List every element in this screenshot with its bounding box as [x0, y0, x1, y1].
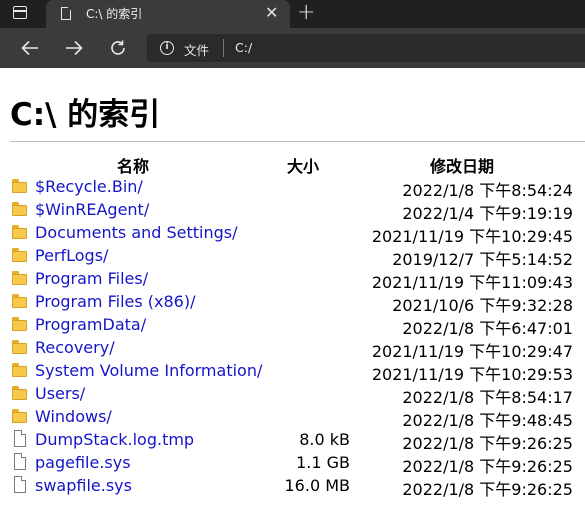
entry-date: 2021/10/6 下午9:32:28: [392, 296, 573, 315]
list-item: swapfile.sys 16.0 MB 2022/1/8 下午9:26:25: [0, 475, 585, 499]
new-tab-icon[interactable]: +: [297, 1, 315, 25]
entry-link[interactable]: $WinREAgent/: [35, 200, 149, 219]
tab-active[interactable]: C:\ 的索引 ✕: [46, 0, 290, 28]
document-icon: [61, 7, 71, 20]
folder-icon: [12, 248, 27, 262]
site-info-label[interactable]: 文件: [184, 40, 209, 59]
entry-link[interactable]: pagefile.sys: [35, 453, 131, 472]
entry-size: 1.1 GB: [296, 453, 350, 472]
refresh-icon: [111, 40, 125, 55]
folder-icon: [12, 317, 27, 331]
tab-actions-icon[interactable]: [13, 6, 27, 19]
list-item: Windows/2022/1/8 下午9:48:45: [0, 406, 585, 430]
entry-link[interactable]: PerfLogs/: [35, 246, 108, 265]
folder-icon: [12, 271, 27, 285]
file-icon: [12, 453, 27, 470]
entry-link[interactable]: Recovery/: [35, 338, 115, 357]
list-item: PerfLogs/2019/12/7 下午5:14:52: [0, 245, 585, 269]
entry-date: 2022/1/8 下午8:54:17: [402, 388, 573, 407]
folder-icon: [12, 225, 27, 239]
list-item: Program Files/2021/11/19 下午11:09:43: [0, 268, 585, 292]
column-header-date[interactable]: 修改日期: [430, 153, 494, 177]
list-item: Users/2022/1/8 下午8:54:17: [0, 383, 585, 407]
url-text[interactable]: C:/: [235, 40, 252, 55]
entry-date: 2022/1/8 下午9:26:25: [402, 480, 573, 499]
entry-size: 16.0 MB: [284, 476, 351, 495]
column-header-size[interactable]: 大小: [287, 153, 319, 177]
page-title: C:\ 的索引: [10, 97, 161, 133]
address-bar[interactable]: i 文件 C:/: [147, 34, 585, 62]
back-button[interactable]: [18, 28, 42, 68]
tab-strip: C:\ 的索引 ✕ +: [0, 0, 585, 28]
entry-date: 2021/11/19 下午10:29:53: [371, 365, 573, 384]
list-item: System Volume Information/2021/11/19 下午1…: [0, 360, 585, 384]
entry-date: 2022/1/8 下午8:54:24: [402, 181, 573, 200]
entry-date: 2019/12/7 下午5:14:52: [392, 250, 573, 269]
entry-date: 2022/1/8 下午9:48:45: [402, 411, 573, 430]
entry-link[interactable]: Program Files/: [35, 269, 148, 288]
arrow-right-icon: [66, 40, 83, 56]
folder-icon: [12, 409, 27, 423]
entry-date: 2022/1/8 下午6:47:01: [402, 319, 573, 338]
column-header-name[interactable]: 名称: [117, 153, 149, 177]
entry-link[interactable]: DumpStack.log.tmp: [35, 430, 194, 449]
folder-icon: [12, 340, 27, 354]
entry-link[interactable]: Users/: [35, 384, 85, 403]
entry-link[interactable]: ProgramData/: [35, 315, 146, 334]
file-icon: [12, 476, 27, 493]
folder-icon: [12, 294, 27, 308]
file-icon: [12, 430, 27, 447]
list-item: Recovery/2021/11/19 下午10:29:47: [0, 337, 585, 361]
entry-date: 2021/11/19 下午11:09:43: [371, 273, 573, 292]
entry-date: 2022/1/4 下午9:19:19: [402, 204, 573, 223]
entry-size: 8.0 kB: [299, 430, 350, 449]
info-icon[interactable]: i: [160, 41, 174, 55]
list-item: ProgramData/2022/1/8 下午6:47:01: [0, 314, 585, 338]
forward-button[interactable]: [62, 28, 86, 68]
folder-icon: [12, 202, 27, 216]
entry-link[interactable]: Windows/: [35, 407, 112, 426]
file-list: $Recycle.Bin/2022/1/8 下午8:54:24 $WinREAge…: [0, 176, 585, 499]
entry-link[interactable]: System Volume Information/: [35, 361, 262, 380]
entry-date: 2022/1/8 下午9:26:25: [402, 457, 573, 476]
divider: [10, 141, 585, 142]
entry-date: 2021/11/19 下午10:29:47: [371, 342, 573, 361]
list-item: pagefile.sys 1.1 GB 2022/1/8 下午9:26:25: [0, 452, 585, 476]
entry-date: 2022/1/8 下午9:26:25: [402, 434, 573, 453]
list-item: $Recycle.Bin/2022/1/8 下午8:54:24: [0, 176, 585, 200]
folder-icon: [12, 179, 27, 193]
entry-date: 2021/11/19 下午10:29:45: [371, 227, 573, 246]
list-item: Program Files (x86)/ 2021/10/6 下午9:32:28: [0, 291, 585, 315]
entry-link[interactable]: Documents and Settings/: [35, 223, 238, 242]
reload-button[interactable]: [106, 28, 130, 68]
close-icon[interactable]: ✕: [265, 3, 278, 23]
entry-link[interactable]: swapfile.sys: [35, 476, 132, 495]
list-item: $WinREAgent/2022/1/4 下午9:19:19: [0, 199, 585, 223]
list-item: Documents and Settings/2021/11/19 下午10:2…: [0, 222, 585, 246]
arrow-left-icon: [21, 40, 38, 56]
address-divider: [223, 39, 224, 57]
list-item: DumpStack.log.tmp 8.0 kB 2022/1/8 下午9:26:2…: [0, 429, 585, 453]
folder-icon: [12, 363, 27, 377]
folder-icon: [12, 386, 27, 400]
entry-link[interactable]: $Recycle.Bin/: [35, 177, 143, 196]
browser-toolbar: i 文件 C:/: [0, 28, 585, 68]
entry-link[interactable]: Program Files (x86)/: [35, 292, 196, 311]
tab-title: C:\ 的索引: [86, 7, 143, 21]
